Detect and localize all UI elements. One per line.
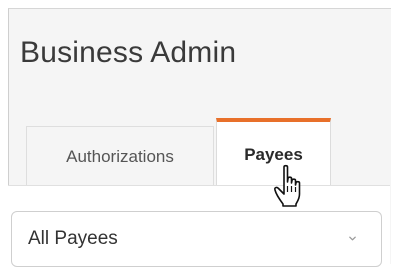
- tab-authorizations[interactable]: Authorizations: [26, 126, 214, 186]
- tab-payees[interactable]: Payees: [216, 118, 331, 186]
- chevron-down-icon: [349, 236, 356, 241]
- tab-bar: Authorizations Payees: [8, 0, 390, 186]
- payee-filter-select[interactable]: All Payees: [11, 211, 382, 267]
- payee-filter-value: All Payees: [28, 228, 118, 249]
- tab-payees-label: Payees: [244, 145, 303, 164]
- tab-authorizations-label: Authorizations: [66, 146, 174, 166]
- admin-window: Business Admin Authorizations Payees All…: [0, 0, 391, 271]
